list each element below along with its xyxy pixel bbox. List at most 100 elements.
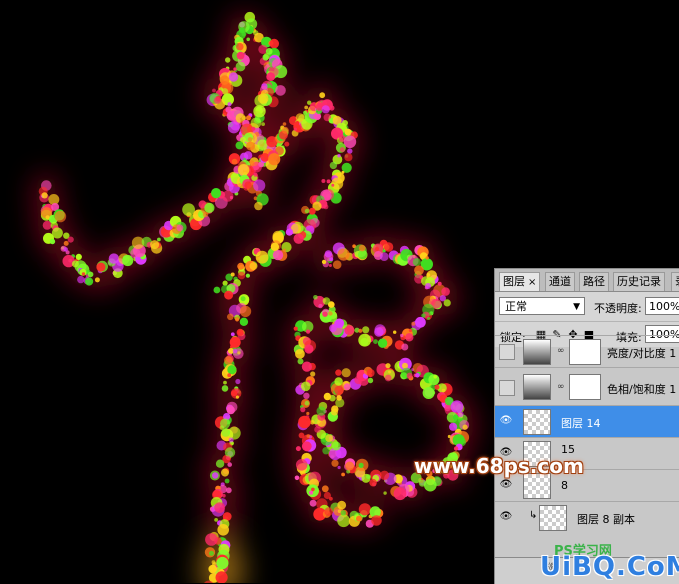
bokeh-dot	[453, 446, 459, 451]
bokeh-dot	[304, 344, 314, 354]
blend-mode-select[interactable]: 正常 ▼	[499, 297, 585, 315]
bokeh-dot	[383, 242, 394, 252]
bokeh-dot	[316, 406, 326, 416]
bokeh-dot	[214, 502, 226, 513]
bokeh-dot	[239, 305, 252, 318]
tab-layers-label: 图层	[503, 275, 525, 288]
bokeh-dot	[246, 141, 255, 151]
bokeh-dot	[443, 299, 451, 307]
tab-history[interactable]: 历史记录	[613, 272, 665, 291]
bokeh-dot	[340, 510, 346, 516]
bokeh-dot	[257, 93, 269, 104]
bokeh-dot	[295, 446, 301, 452]
visibility-toggle[interactable]	[499, 380, 515, 396]
bokeh-dot	[366, 369, 375, 377]
bokeh-dot	[94, 277, 100, 283]
layer-row-layer-14[interactable]: 👁 图层 14	[495, 405, 679, 437]
bokeh-dot	[344, 153, 353, 162]
bokeh-dot	[308, 207, 316, 215]
opacity-input[interactable]: 100%	[645, 297, 679, 315]
layer-row-layer-8-copy[interactable]: 👁 ↳ 图层 8 副本	[495, 501, 679, 533]
bokeh-dot	[237, 262, 245, 270]
eye-icon[interactable]: 👁	[499, 478, 513, 492]
bokeh-dot	[309, 490, 314, 495]
tab-paths[interactable]: 路径	[579, 272, 609, 291]
bokeh-dot	[334, 377, 343, 386]
bokeh-dot	[422, 387, 435, 399]
bokeh-dot	[331, 177, 344, 190]
bokeh-dot	[63, 240, 69, 246]
bokeh-dot	[269, 38, 280, 49]
bokeh-dot	[322, 311, 328, 317]
bokeh-dot	[219, 75, 230, 85]
bokeh-dot	[231, 158, 238, 165]
eye-icon[interactable]: 👁	[499, 510, 513, 524]
bokeh-dot	[414, 265, 424, 276]
bokeh-dot	[306, 411, 310, 416]
bokeh-dot	[215, 459, 225, 468]
bokeh-dot	[341, 368, 351, 378]
bokeh-dot	[301, 441, 312, 452]
blend-row: 正常 ▼ 不透明度: 100%	[495, 293, 679, 319]
bokeh-dot	[356, 515, 362, 522]
visibility-toggle[interactable]	[499, 344, 515, 360]
bokeh-dot	[303, 110, 308, 115]
chevron-down-icon: ▼	[573, 302, 580, 312]
bokeh-dot	[216, 556, 229, 570]
close-icon[interactable]: ×	[528, 277, 536, 288]
tab-channels[interactable]: 通道	[545, 272, 575, 291]
bokeh-dot	[339, 147, 345, 153]
bokeh-dot	[281, 126, 289, 134]
bokeh-dot	[249, 262, 258, 271]
bokeh-dot	[393, 487, 407, 501]
bokeh-dot	[306, 329, 311, 334]
bokeh-dot	[329, 496, 333, 501]
bokeh-dot	[424, 478, 437, 492]
bokeh-dot	[374, 324, 386, 336]
tab-actions[interactable]: 录	[671, 272, 679, 291]
bokeh-dot	[335, 318, 344, 328]
bokeh-dot	[71, 260, 79, 268]
bokeh-dot	[85, 277, 94, 286]
bokeh-dot	[303, 392, 310, 399]
bokeh-dot	[295, 113, 305, 122]
bokeh-dot	[373, 339, 378, 344]
bokeh-dot	[212, 88, 216, 93]
bokeh-dot	[260, 153, 270, 162]
bokeh-dot	[328, 311, 333, 316]
layer-thumbnail	[523, 409, 551, 435]
layer-row-brightness-contrast[interactable]: ∞ 亮度/对比度 1	[495, 335, 679, 367]
bokeh-dot	[379, 252, 389, 261]
bokeh-dot	[298, 415, 311, 429]
eye-icon[interactable]: 👁	[499, 414, 513, 428]
bokeh-dot	[67, 236, 74, 243]
layer-row-hue-saturation[interactable]: ∞ 色相/饱和度 1	[495, 367, 679, 405]
bokeh-dot	[268, 153, 281, 166]
bokeh-dot	[269, 67, 279, 77]
tab-layers[interactable]: 图层 ×	[499, 272, 541, 291]
bokeh-dot	[253, 105, 266, 118]
bokeh-dot	[321, 485, 329, 493]
bokeh-dot	[393, 330, 397, 334]
bokeh-dot	[411, 321, 416, 326]
bokeh-dot	[321, 179, 326, 183]
bokeh-dot	[388, 370, 392, 374]
layer-name: 图层 14	[561, 417, 601, 430]
bokeh-dot	[233, 67, 237, 71]
bokeh-dot	[383, 491, 387, 495]
bokeh-dot	[335, 369, 342, 376]
bokeh-dot	[331, 183, 335, 187]
bokeh-dot	[449, 422, 458, 431]
bokeh-dot	[246, 115, 251, 121]
bokeh-dot	[235, 317, 240, 322]
bokeh-dot	[81, 272, 86, 276]
bokeh-dot	[213, 96, 222, 104]
bokeh-dot	[457, 411, 464, 418]
bokeh-dot	[205, 533, 218, 546]
mask-thumbnail	[569, 339, 601, 365]
bokeh-dot	[337, 248, 350, 261]
bokeh-dot	[272, 230, 284, 242]
bokeh-dot	[325, 434, 333, 442]
tab-paths-label: 路径	[583, 275, 605, 288]
bokeh-dot	[434, 384, 440, 390]
